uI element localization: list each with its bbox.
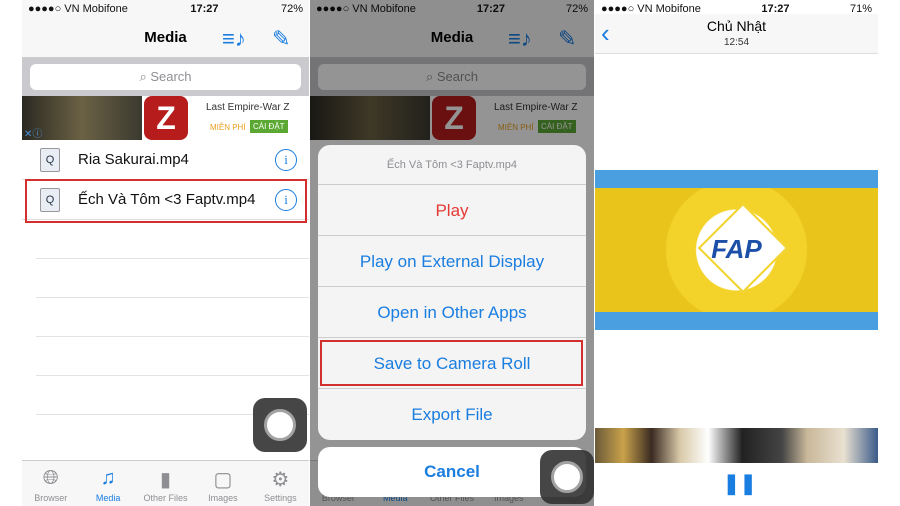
action-sheet-screen: ●●●●○ VN Mobifone 17:27 72% Media ≡♪ ✎ ⌕ Sea…	[310, 0, 594, 506]
file-name: Ria Sakurai.mp4	[78, 151, 189, 168]
action-sheet: Ếch Và Tôm <3 Faptv.mp4 Play Play on Ext…	[318, 145, 586, 440]
globe-icon: 🌐︎	[42, 467, 59, 489]
play-button[interactable]: Play	[318, 185, 586, 236]
media-screen: ●●●●○ VN Mobifone 17:27 72% Media ≡♪ ✎ ⌕ S…	[22, 0, 309, 506]
export-file-button[interactable]: Export File	[318, 389, 586, 440]
search-input[interactable]: ⌕ Search	[30, 64, 301, 90]
search-placeholder: Search	[150, 69, 192, 84]
gear-icon: ⚙	[271, 469, 290, 491]
pause-icon[interactable]: ❚❚	[723, 471, 757, 496]
ad-price: MIỄN PHÍ	[210, 123, 246, 132]
tab-label: Settings	[264, 493, 297, 503]
timeline-scrubber[interactable]	[595, 428, 878, 463]
tab-label: Other Files	[143, 493, 188, 503]
tab-browser[interactable]: 🌐︎ Browser	[22, 461, 79, 506]
tab-label: Browser	[34, 493, 68, 503]
video-frame[interactable]: FAP	[595, 170, 878, 330]
ad-banner[interactable]: Z Last Empire-War Z MIỄN PHÍ CÀI ĐẶT ✕ⓘ	[22, 96, 309, 140]
tab-other-files[interactable]: ▮ Other Files	[137, 461, 194, 506]
play-external-display-button[interactable]: Play on External Display	[318, 236, 586, 287]
nav-bar: ‹ Chủ Nhật 12:54	[595, 14, 878, 54]
tab-media[interactable]: ♫ Media	[79, 461, 136, 506]
info-icon[interactable]: i	[275, 149, 297, 171]
battery: 72%	[280, 3, 303, 15]
highlight-box	[320, 340, 583, 386]
ad-title: Last Empire-War Z	[206, 102, 290, 113]
fap-logo: FAP	[711, 234, 762, 264]
carrier: ●●●●○ VN Mobifone	[28, 3, 128, 15]
tab-label: Media	[95, 493, 121, 503]
status-bar: ●●●●○ VN Mobifone 17:27 72%	[22, 0, 309, 18]
video-date: 12:54	[723, 37, 750, 48]
ad-app-icon: Z	[144, 96, 188, 140]
music-note-icon: ♫	[100, 467, 116, 489]
picture-frame-icon: ▢	[213, 469, 233, 491]
nav-bar: Media ≡♪ ✎	[22, 18, 309, 58]
video-file-icon: Q	[40, 148, 60, 172]
player-screen: ●●●●○ VN Mobifone 17:27 71% ‹ Chủ Nhật 12:…	[595, 0, 878, 506]
ad-install-button[interactable]: CÀI ĐẶT	[250, 120, 288, 133]
playlist-icon[interactable]: ≡♪	[222, 26, 246, 52]
highlight-box	[25, 179, 307, 223]
sheet-title: Ếch Và Tôm <3 Faptv.mp4	[318, 145, 586, 185]
tab-bar: 🌐︎ Browser ♫ Media ▮ Other Files ▢ Images ⚙ S…	[22, 460, 309, 506]
page-title: Media	[144, 29, 187, 46]
assistive-touch-button[interactable]	[540, 450, 594, 504]
clock: 17:27	[190, 3, 219, 15]
ad-close-icon[interactable]: ✕ⓘ	[24, 125, 42, 140]
edit-icon[interactable]: ✎	[272, 26, 290, 52]
file-icon: ▮	[160, 469, 172, 491]
tab-settings[interactable]: ⚙ Settings	[252, 461, 309, 506]
tab-label: Images	[208, 493, 238, 503]
tab-images[interactable]: ▢ Images	[194, 461, 251, 506]
list-item[interactable]: Q Ria Sakurai.mp4 i	[22, 140, 309, 180]
video-title: Chủ Nhật	[706, 18, 767, 34]
open-in-other-apps-button[interactable]: Open in Other Apps	[318, 287, 586, 338]
assistive-touch-button[interactable]	[253, 398, 307, 452]
